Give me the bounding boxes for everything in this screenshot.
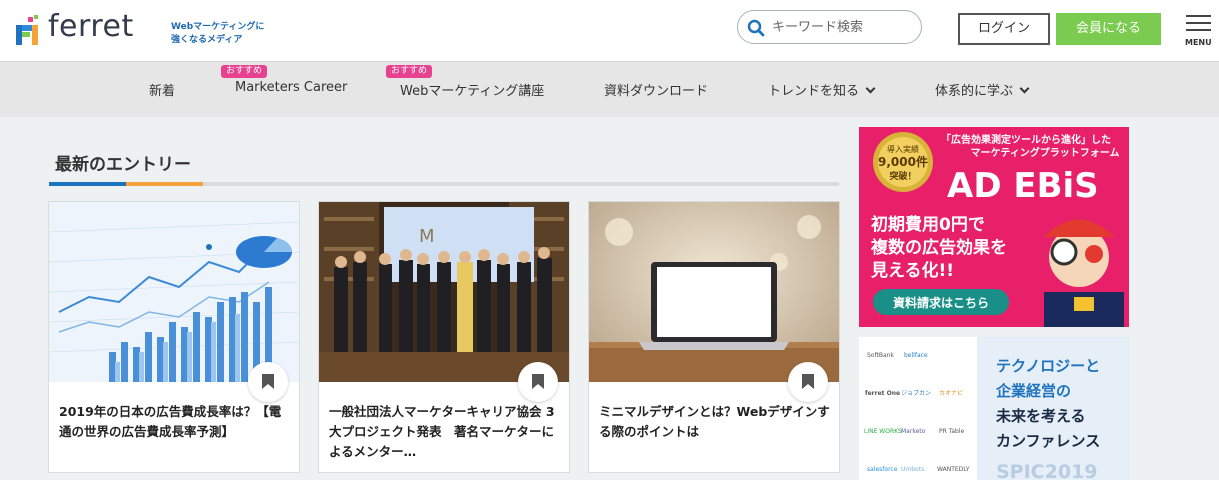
- bookmark-icon: [532, 374, 544, 389]
- bookmark-button[interactable]: [248, 362, 288, 402]
- ad-cta: 資料請求はこちら: [893, 295, 989, 310]
- register-button[interactable]: 会員になる: [1056, 13, 1161, 45]
- login-button[interactable]: ログイン: [958, 13, 1050, 45]
- sponsor-logo: LINE WORKS: [864, 428, 902, 435]
- ad2-line1: テクノロジーと: [996, 357, 1100, 375]
- ad2-line3: 未来を考える: [995, 407, 1086, 425]
- search-icon[interactable]: [747, 19, 765, 37]
- nav-item-learn[interactable]: 体系的に学ぶ: [935, 80, 1030, 99]
- ad2-line4: カンファレンス: [996, 432, 1100, 450]
- article-thumbnail[interactable]: M: [319, 202, 569, 382]
- ad-badge-line1: 導入実績: [887, 144, 919, 154]
- nav-label: Webマーケティング講座: [400, 84, 545, 99]
- article-card[interactable]: M 一般社団法人マーケターキャリア協会 3大プロジェクト発表 著名マーケターによ…: [318, 201, 570, 473]
- sponsor-logo: Umbots: [901, 466, 924, 473]
- nav-item-trends[interactable]: トレンドを知る: [768, 80, 876, 99]
- underline-accent-orange: [126, 182, 203, 186]
- menu-button[interactable]: MENU: [1184, 13, 1214, 49]
- site-tagline: Webマーケティングに 強くなるメディア: [171, 21, 281, 47]
- menu-label: MENU: [1185, 38, 1212, 47]
- ad-copy-line1: 初期費用0円で: [871, 214, 985, 235]
- article-title[interactable]: 一般社団法人マーケターキャリア協会 3大プロジェクト発表 著名マーケターによるメ…: [329, 402, 561, 462]
- ad-brand: AD EBiS: [947, 166, 1099, 206]
- tagline-line2: 強くなるメディア: [171, 35, 243, 45]
- nav-item-downloads[interactable]: 資料ダウンロード: [604, 80, 708, 99]
- article-thumbnail[interactable]: [589, 202, 839, 382]
- ad-spic-image: SoftBank bellface ferret One ジョブカン カオナビ …: [859, 337, 1129, 480]
- global-nav: 新着 おすすめ Marketers Career おすすめ Webマーケティング…: [0, 61, 1219, 117]
- ad-adebis-image: 「広告効果測定ツールから進化」した マーケティングプラットフォーム 導入実績 9…: [859, 127, 1129, 327]
- nav-item-marketers-career[interactable]: おすすめ Marketers Career: [221, 65, 348, 95]
- ferret-logo[interactable]: ferret: [16, 9, 156, 47]
- laptop-photo-image: [589, 202, 839, 382]
- ad-banner-adebis[interactable]: 「広告効果測定ツールから進化」した マーケティングプラットフォーム 導入実績 9…: [859, 127, 1129, 327]
- tagline-line1: Webマーケティングに: [171, 22, 265, 32]
- section-title-underline: [49, 182, 839, 186]
- nav-label: トレンドを知る: [768, 84, 860, 99]
- ad-copy-line2: 複数の広告効果を: [870, 237, 1007, 258]
- logo-wordmark: ferret: [48, 9, 134, 44]
- ad-headline-line1: 「広告効果測定ツールから進化」した: [941, 133, 1111, 146]
- ad-copy-line3: 見える化!!: [870, 260, 954, 281]
- nav-label: 体系的に学ぶ: [935, 84, 1014, 99]
- bookmark-icon: [262, 374, 274, 389]
- chart-photo-image: [49, 202, 299, 382]
- sponsor-logo: ferret One: [865, 390, 900, 397]
- bookmark-button[interactable]: [518, 362, 558, 402]
- ad2-event: SPIC2019: [996, 461, 1098, 480]
- sponsor-logo: カオナビ: [939, 389, 963, 397]
- nav-label: 資料ダウンロード: [604, 84, 709, 99]
- article-card[interactable]: 2019年の日本の広告費成長率は？【電通の世界の広告費成長率予測】: [48, 201, 300, 473]
- chevron-down-icon: [865, 83, 876, 94]
- bookmark-button[interactable]: [788, 362, 828, 402]
- sponsor-logo: bellface: [904, 352, 928, 359]
- nav-item-new[interactable]: 新着: [149, 80, 175, 99]
- search-box[interactable]: [737, 10, 922, 44]
- svg-text:M: M: [419, 226, 435, 247]
- search-input[interactable]: [772, 17, 912, 37]
- article-title[interactable]: ミニマルデザインとは？Webデザインする際のポイントは: [599, 402, 831, 442]
- bookmark-icon: [802, 374, 814, 389]
- hamburger-bar: [1186, 29, 1211, 31]
- recommended-badge: おすすめ: [386, 65, 433, 78]
- article-thumbnail[interactable]: [49, 202, 299, 382]
- nav-item-web-marketing-course[interactable]: おすすめ Webマーケティング講座: [386, 65, 545, 99]
- sponsor-logo: PR Table: [939, 428, 965, 435]
- site-header: ferret Webマーケティングに 強くなるメディア ログイン 会員になる M…: [0, 0, 1219, 61]
- article-title[interactable]: 2019年の日本の広告費成長率は？【電通の世界の広告費成長率予測】: [59, 402, 291, 442]
- event-photo-image: M: [319, 202, 569, 382]
- ad-badge-line2: 9,000件: [878, 154, 928, 169]
- recommended-badge: おすすめ: [221, 65, 268, 78]
- ad-headline-line2: マーケティングプラットフォーム: [971, 146, 1120, 159]
- sponsor-logo: ジョブカン: [901, 389, 931, 397]
- sponsor-logo: WANTEDLY: [937, 466, 970, 473]
- hamburger-bar: [1186, 22, 1211, 24]
- ad-badge-line3: 突破！: [889, 170, 916, 182]
- sponsor-logo: SoftBank: [867, 352, 894, 359]
- ad-banner-spic2019[interactable]: SoftBank bellface ferret One ジョブカン カオナビ …: [859, 337, 1129, 480]
- sponsor-logo: Marketo: [901, 428, 926, 435]
- sponsor-logo: salesforce: [867, 466, 898, 473]
- nav-label: 新着: [149, 84, 176, 99]
- ad2-line2: 企業経営の: [995, 382, 1071, 400]
- article-card[interactable]: ミニマルデザインとは？Webデザインする際のポイントは: [588, 201, 840, 473]
- nav-label: Marketers Career: [235, 80, 348, 95]
- chevron-down-icon: [1019, 83, 1030, 94]
- underline-accent-blue: [49, 182, 126, 186]
- hamburger-icon: [1186, 15, 1211, 17]
- section-title: 最新のエントリー: [55, 155, 191, 175]
- logo-mark-icon: [16, 15, 38, 45]
